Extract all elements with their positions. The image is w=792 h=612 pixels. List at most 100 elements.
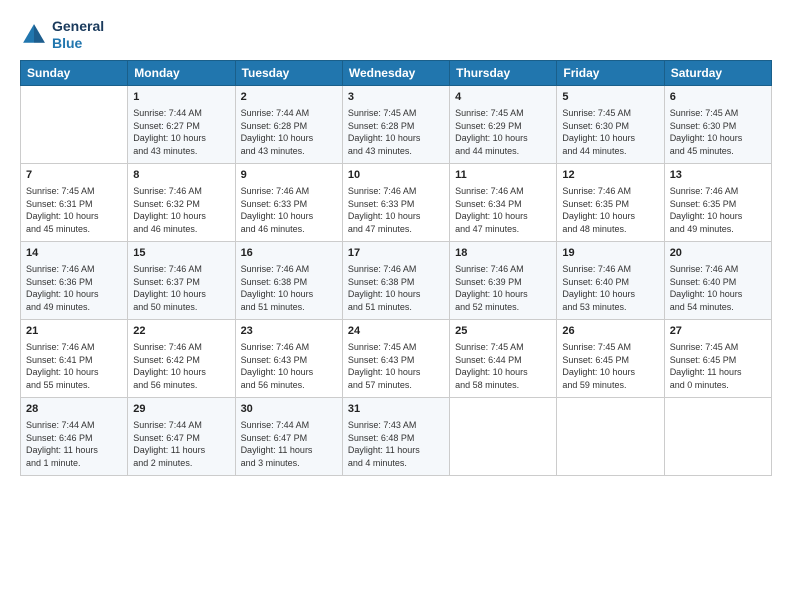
day-info: Daylight: 10 hours [133,133,206,143]
day-info: Sunrise: 7:44 AM [241,420,310,430]
day-info: Sunrise: 7:45 AM [348,108,417,118]
day-info: Daylight: 10 hours [26,289,99,299]
day-info: Sunset: 6:29 PM [455,121,522,131]
logo-icon [20,21,48,49]
week-row-5: 28Sunrise: 7:44 AMSunset: 6:46 PMDayligh… [21,397,772,475]
day-info: Daylight: 11 hours [348,445,420,455]
col-header-wednesday: Wednesday [342,60,449,85]
day-number: 15 [133,246,229,261]
day-info: and 59 minutes. [562,380,626,390]
calendar-cell: 20Sunrise: 7:46 AMSunset: 6:40 PMDayligh… [664,241,771,319]
calendar-cell: 3Sunrise: 7:45 AMSunset: 6:28 PMDaylight… [342,85,449,163]
calendar-cell [664,397,771,475]
day-info: Sunset: 6:34 PM [455,199,522,209]
calendar-cell: 24Sunrise: 7:45 AMSunset: 6:43 PMDayligh… [342,319,449,397]
day-info: Sunrise: 7:44 AM [26,420,95,430]
day-info: and 43 minutes. [133,146,197,156]
day-info: Daylight: 10 hours [562,289,635,299]
day-info: Daylight: 10 hours [670,133,743,143]
day-info: Sunrise: 7:46 AM [562,264,631,274]
day-info: Sunrise: 7:45 AM [562,108,631,118]
day-number: 4 [455,90,551,105]
day-info: Sunset: 6:40 PM [670,277,737,287]
header: General Blue [20,18,772,52]
day-info: Sunrise: 7:46 AM [133,264,202,274]
day-info: Daylight: 10 hours [562,367,635,377]
calendar-cell: 7Sunrise: 7:45 AMSunset: 6:31 PMDaylight… [21,163,128,241]
day-info: Sunrise: 7:44 AM [241,108,310,118]
day-info: Sunset: 6:47 PM [133,433,200,443]
day-info: Sunrise: 7:46 AM [26,342,95,352]
day-info: Sunset: 6:32 PM [133,199,200,209]
day-info: Sunrise: 7:46 AM [348,186,417,196]
week-row-1: 1Sunrise: 7:44 AMSunset: 6:27 PMDaylight… [21,85,772,163]
day-info: Daylight: 10 hours [241,289,314,299]
day-info: and 49 minutes. [26,302,90,312]
day-info: and 43 minutes. [241,146,305,156]
day-info: and 55 minutes. [26,380,90,390]
calendar-cell: 2Sunrise: 7:44 AMSunset: 6:28 PMDaylight… [235,85,342,163]
day-info: and 47 minutes. [348,224,412,234]
day-info: and 43 minutes. [348,146,412,156]
week-row-3: 14Sunrise: 7:46 AMSunset: 6:36 PMDayligh… [21,241,772,319]
day-number: 31 [348,402,444,417]
day-number: 29 [133,402,229,417]
day-info: Sunset: 6:33 PM [348,199,415,209]
day-number: 24 [348,324,444,339]
day-info: and 50 minutes. [133,302,197,312]
day-number: 14 [26,246,122,261]
day-info: Sunset: 6:39 PM [455,277,522,287]
day-info: and 57 minutes. [348,380,412,390]
day-info: Sunrise: 7:46 AM [455,264,524,274]
day-info: Sunset: 6:33 PM [241,199,308,209]
day-info: Daylight: 11 hours [670,367,742,377]
day-info: Sunset: 6:45 PM [670,355,737,365]
day-info: Daylight: 10 hours [133,367,206,377]
day-info: Daylight: 10 hours [133,289,206,299]
day-info: Daylight: 10 hours [670,289,743,299]
week-row-2: 7Sunrise: 7:45 AMSunset: 6:31 PMDaylight… [21,163,772,241]
day-info: and 1 minute. [26,458,81,468]
calendar-cell [450,397,557,475]
calendar-cell: 23Sunrise: 7:46 AMSunset: 6:43 PMDayligh… [235,319,342,397]
day-number: 10 [348,168,444,183]
day-info: and 46 minutes. [241,224,305,234]
logo-text: General Blue [52,18,104,52]
day-info: and 2 minutes. [133,458,192,468]
calendar-cell: 16Sunrise: 7:46 AMSunset: 6:38 PMDayligh… [235,241,342,319]
day-info: Daylight: 10 hours [455,367,528,377]
day-info: Sunrise: 7:46 AM [241,342,310,352]
day-info: and 54 minutes. [670,302,734,312]
calendar-cell: 14Sunrise: 7:46 AMSunset: 6:36 PMDayligh… [21,241,128,319]
day-info: and 53 minutes. [562,302,626,312]
day-info: and 56 minutes. [241,380,305,390]
calendar-cell: 22Sunrise: 7:46 AMSunset: 6:42 PMDayligh… [128,319,235,397]
calendar-cell: 25Sunrise: 7:45 AMSunset: 6:44 PMDayligh… [450,319,557,397]
day-info: Sunrise: 7:46 AM [133,186,202,196]
logo: General Blue [20,18,104,52]
calendar-cell: 8Sunrise: 7:46 AMSunset: 6:32 PMDaylight… [128,163,235,241]
day-number: 19 [562,246,658,261]
day-info: Daylight: 10 hours [348,367,421,377]
calendar-cell [21,85,128,163]
day-info: Daylight: 10 hours [348,289,421,299]
day-info: and 51 minutes. [348,302,412,312]
day-number: 8 [133,168,229,183]
day-number: 5 [562,90,658,105]
calendar-cell: 11Sunrise: 7:46 AMSunset: 6:34 PMDayligh… [450,163,557,241]
day-info: Sunset: 6:43 PM [241,355,308,365]
day-info: Sunset: 6:45 PM [562,355,629,365]
day-info: Sunrise: 7:46 AM [241,264,310,274]
day-info: Sunrise: 7:46 AM [26,264,95,274]
day-info: Sunrise: 7:45 AM [455,108,524,118]
day-number: 30 [241,402,337,417]
day-info: and 46 minutes. [133,224,197,234]
day-number: 27 [670,324,766,339]
day-info: Sunrise: 7:46 AM [562,186,631,196]
day-info: Sunrise: 7:43 AM [348,420,417,430]
day-info: Sunrise: 7:45 AM [562,342,631,352]
day-info: Sunrise: 7:44 AM [133,108,202,118]
day-info: Sunset: 6:31 PM [26,199,93,209]
day-info: Daylight: 10 hours [670,211,743,221]
day-info: Daylight: 11 hours [26,445,98,455]
